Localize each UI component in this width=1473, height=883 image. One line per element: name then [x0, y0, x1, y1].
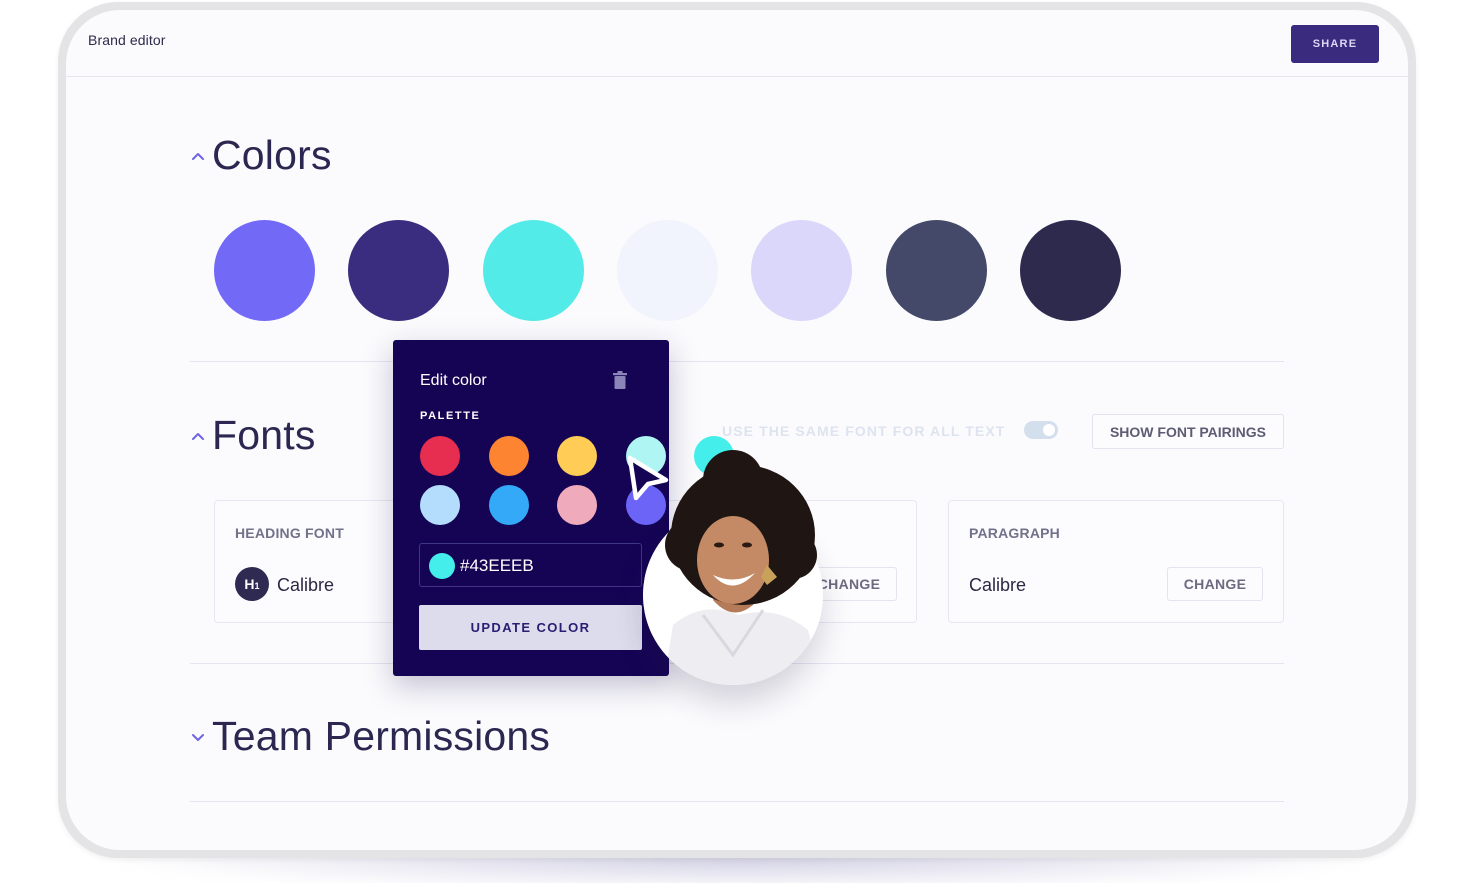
font-name: Calibre	[277, 575, 335, 595]
share-button[interactable]: SHARE	[1291, 25, 1379, 63]
edit-color-popup: Edit color PALETTE #43EEEB UPDATE COLOR	[393, 340, 734, 676]
toggle-knob	[1043, 424, 1055, 436]
palette-swatch-red[interactable]	[420, 436, 460, 476]
change-font-button[interactable]: CHANGE	[1167, 567, 1263, 601]
font-name: Calibre	[969, 575, 1027, 595]
top-bar: Brand editor SHARE	[66, 10, 1408, 77]
heading-h1-icon: H1	[235, 567, 269, 601]
color-swatch-midnight[interactable]	[1019, 220, 1121, 321]
color-swatch-ghost-white[interactable]	[616, 220, 718, 321]
cursor-arrow-icon	[627, 455, 669, 501]
card-label: HEADING FONT	[235, 525, 344, 541]
color-swatch-slate[interactable]	[885, 220, 987, 321]
chevron-up-icon[interactable]	[186, 144, 210, 168]
section-colors-header[interactable]: Colors	[186, 132, 332, 179]
color-swatch-turquoise[interactable]	[482, 220, 584, 321]
trash-icon[interactable]	[611, 370, 629, 390]
same-font-label: USE THE SAME FONT FOR ALL TEXT	[722, 423, 1006, 439]
app-screen: Brand editor SHARE Colors Fonts USE THE …	[66, 10, 1408, 850]
badge-letter: H	[244, 576, 255, 592]
divider	[190, 361, 1284, 362]
app-title: Brand editor	[88, 32, 166, 48]
badge-sub: 1	[254, 581, 260, 591]
section-title-colors: Colors	[212, 132, 332, 178]
popup-title: Edit color	[420, 372, 487, 389]
user-avatar-portrait	[643, 450, 823, 685]
show-font-pairings-button[interactable]: SHOW FONT PAIRINGS	[1092, 414, 1284, 449]
color-swatch-violet[interactable]	[214, 220, 315, 321]
section-team-permissions-header[interactable]: Team Permissions	[186, 713, 550, 760]
hex-value[interactable]: #43EEEB	[460, 556, 534, 576]
section-fonts-header[interactable]: Fonts	[186, 412, 316, 459]
section-title-fonts: Fonts	[212, 412, 316, 458]
card-label: PARAGRAPH	[969, 525, 1060, 541]
same-font-toggle[interactable]	[1024, 421, 1058, 439]
paragraph-font-card: PARAGRAPH Calibre CHANGE	[948, 500, 1284, 623]
palette-label: PALETTE	[420, 410, 481, 422]
chevron-up-icon[interactable]	[186, 424, 210, 448]
color-swatch-indigo[interactable]	[348, 220, 450, 321]
chevron-down-icon[interactable]	[186, 725, 210, 749]
palette-swatch-orange[interactable]	[488, 436, 529, 476]
palette-swatch-blue[interactable]	[488, 485, 529, 525]
section-title-team-permissions: Team Permissions	[212, 713, 551, 759]
selected-color-preview	[429, 553, 455, 579]
palette-swatch-light-blue[interactable]	[420, 485, 460, 525]
stage: Brand editor SHARE Colors Fonts USE THE …	[0, 0, 1473, 883]
divider	[190, 801, 1284, 802]
palette-swatch-pink[interactable]	[557, 485, 597, 525]
update-color-button[interactable]: UPDATE COLOR	[419, 605, 642, 650]
color-swatch-lavender[interactable]	[751, 220, 853, 321]
palette-swatch-yellow[interactable]	[557, 436, 597, 476]
hex-color-input[interactable]: #43EEEB	[419, 543, 642, 587]
